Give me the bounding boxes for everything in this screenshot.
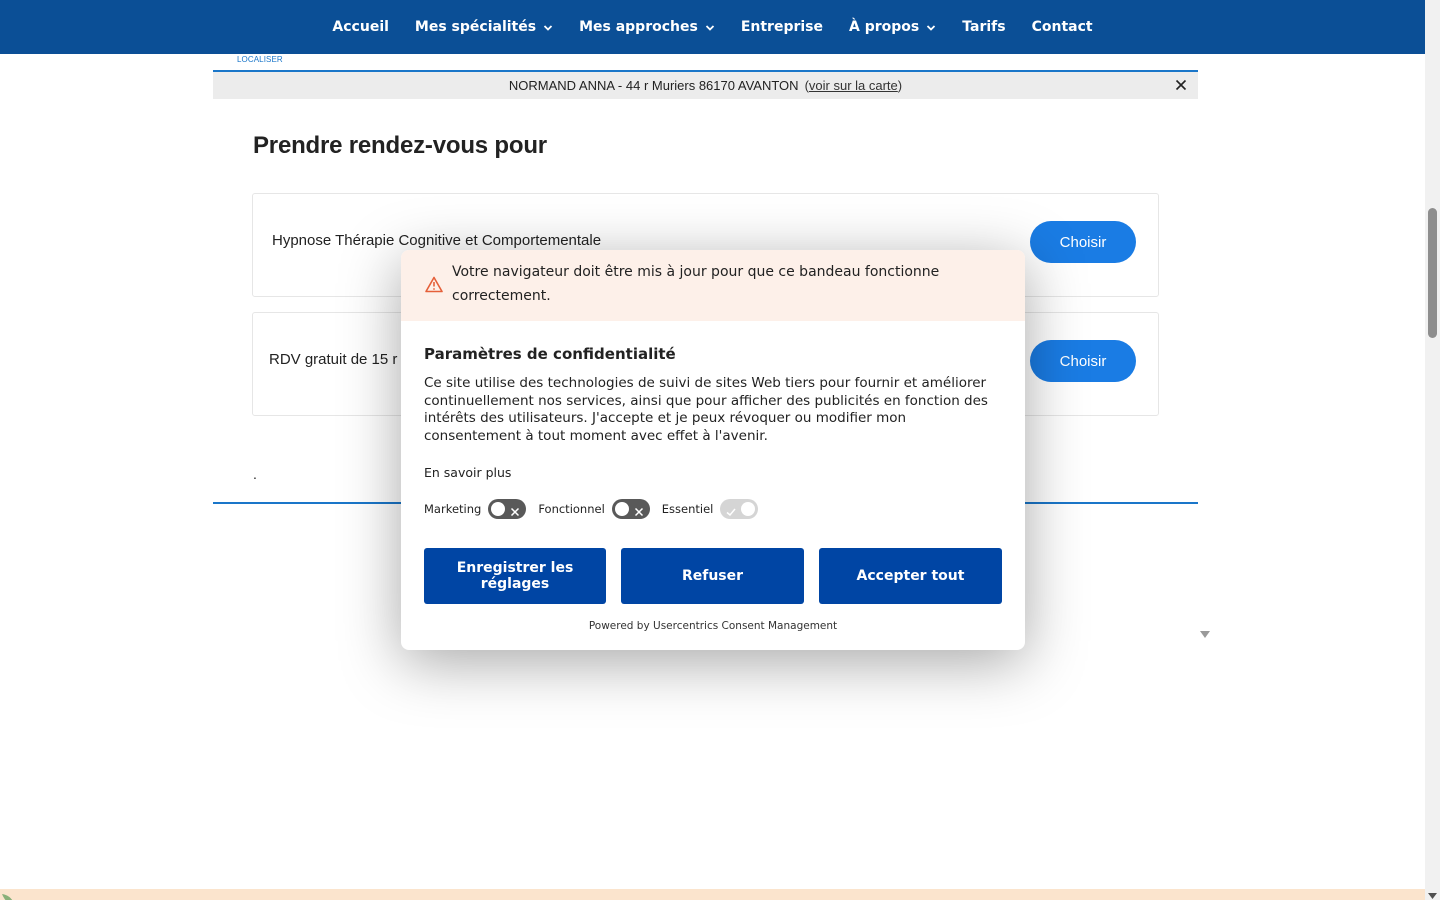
- footer-strip: [0, 889, 1425, 900]
- toggle-knob: [491, 502, 506, 516]
- check-icon: [725, 503, 737, 517]
- paren-close: ): [897, 78, 903, 93]
- address-text: NORMAND ANNA - 44 r Muriers 86170 AVANTO…: [508, 78, 799, 93]
- main-navigation: Accueil Mes spécialités Mes approches En…: [0, 0, 1425, 54]
- close-icon[interactable]: [1174, 78, 1188, 92]
- toggle-label-fonctionnel: Fonctionnel: [538, 502, 605, 516]
- nav-item-label: Entreprise: [740, 19, 824, 35]
- scrollbar-thumb[interactable]: [1428, 208, 1437, 338]
- toggle-knob: [741, 502, 756, 516]
- address-bar: NORMAND ANNA - 44 r Muriers 86170 AVANTO…: [213, 72, 1198, 99]
- nav-item-label: Mes spécialités: [414, 19, 537, 35]
- scroll-down-arrow-icon[interactable]: [1428, 885, 1437, 899]
- nav-item-label: Contact: [1031, 19, 1093, 35]
- save-settings-button[interactable]: Enregistrer les réglages: [424, 548, 606, 604]
- consent-buttons: Enregistrer les réglages Refuser Accepte…: [424, 548, 1002, 604]
- choose-button[interactable]: Choisir: [1030, 221, 1136, 263]
- nav-item-label: Mes approches: [579, 19, 698, 35]
- accept-all-button[interactable]: Accepter tout: [819, 548, 1002, 604]
- footnote-text: .: [253, 466, 257, 482]
- fonctionnel-toggle[interactable]: [611, 499, 650, 519]
- marketing-toggle[interactable]: [488, 499, 527, 519]
- browser-warning-banner: Votre navigateur doit être mis à jour po…: [401, 250, 1025, 321]
- choose-button[interactable]: Choisir: [1030, 340, 1136, 382]
- nav-item-entreprise[interactable]: Entreprise: [741, 19, 823, 35]
- chevron-down-icon: [705, 23, 715, 33]
- consent-toggles: Marketing Fonctionnel Essentiel: [424, 499, 770, 519]
- powered-by-text[interactable]: Powered by Usercentrics Consent Manageme…: [401, 620, 1025, 632]
- nav-item-label: Accueil: [332, 19, 389, 35]
- scrollbar[interactable]: [1425, 0, 1440, 900]
- map-link-label: voir sur la carte: [808, 78, 898, 93]
- button-label: Accepter tout: [856, 568, 965, 584]
- service-name: RDV gratuit de 15 r: [269, 351, 398, 368]
- deny-button[interactable]: Refuser: [621, 548, 804, 604]
- warning-text: Votre navigateur doit être mis à jour po…: [452, 264, 940, 304]
- consent-title: Paramètres de confidentialité: [424, 345, 676, 363]
- nav-item-a-propos[interactable]: À propos: [849, 19, 936, 35]
- nav-item-mes-specialites[interactable]: Mes spécialités: [415, 19, 553, 35]
- warning-icon: [425, 276, 443, 293]
- x-icon: [633, 503, 645, 517]
- consent-description: Ce site utilise des technologies de suiv…: [424, 375, 988, 444]
- map-link[interactable]: (voir sur la carte): [805, 78, 903, 93]
- nav-item-accueil[interactable]: Accueil: [332, 19, 389, 35]
- localiser-link[interactable]: LOCALISER: [237, 55, 283, 64]
- consent-dialog: Votre navigateur doit être mis à jour po…: [401, 250, 1025, 650]
- toggle-label-marketing: Marketing: [424, 502, 482, 516]
- nav-item-tarifs[interactable]: Tarifs: [962, 19, 1005, 35]
- button-label: Enregistrer les réglages: [456, 560, 574, 592]
- essentiel-toggle: [720, 499, 759, 519]
- x-icon: [509, 503, 521, 517]
- service-name: Hypnose Thérapie Cognitive et Comporteme…: [272, 232, 602, 249]
- toggle-label-essentiel: Essentiel: [661, 502, 714, 516]
- button-label: Refuser: [681, 568, 744, 584]
- chevron-down-icon: [543, 23, 553, 33]
- nav-item-mes-approches[interactable]: Mes approches: [579, 19, 715, 35]
- learn-more-link[interactable]: En savoir plus: [424, 465, 511, 480]
- nav-item-label: À propos: [849, 19, 920, 35]
- nav-item-contact[interactable]: Contact: [1032, 19, 1093, 35]
- leaf-icon: [0, 889, 22, 900]
- toggle-knob: [614, 502, 629, 516]
- caret-down-icon[interactable]: [1200, 624, 1210, 638]
- page-title: Prendre rendez-vous pour: [253, 132, 547, 159]
- nav-item-label: Tarifs: [962, 19, 1006, 35]
- chevron-down-icon: [926, 23, 936, 33]
